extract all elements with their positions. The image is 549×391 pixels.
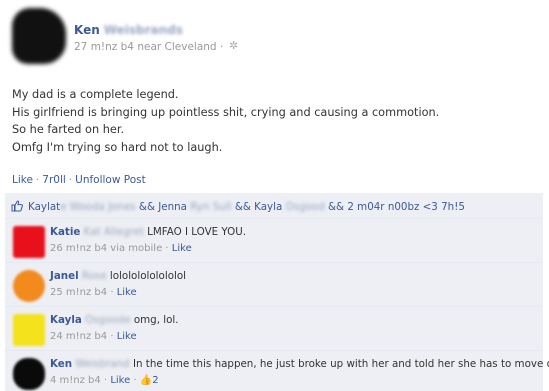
author-first-name[interactable]: Ken [74, 23, 100, 37]
commenter-name-blurred: Rose [78, 270, 107, 282]
like-link[interactable]: Like [12, 174, 33, 186]
comment-meta: 24 m!nz b4 · Like [50, 331, 137, 342]
commenter-avatar[interactable] [13, 358, 45, 390]
commenter-avatar[interactable] [13, 270, 45, 302]
author-last-name-blurred: Weisbrands [103, 23, 183, 37]
unfollow-post-link[interactable]: Unfollow Post [75, 174, 146, 186]
commenter-name[interactable]: Kayla [50, 314, 82, 326]
post-line-1: My dad is a complete legend. [12, 88, 179, 101]
action-separator: · [68, 174, 73, 186]
post-line-3: So he farted on her. [12, 123, 125, 136]
action-separator: · [35, 174, 40, 186]
comment-text: LMFAO I LOVE YOU. [143, 226, 247, 238]
post-line-2: His girlfriend is bringing up pointless … [12, 105, 440, 119]
comment-meta: 26 m!nz b4 via mobile · Like [50, 243, 192, 254]
comment-item: Kayla Osgoode omg, lol. 24 m!nz b4 · Lik… [5, 307, 543, 351]
commenter-name-blurred: Weisbrand [72, 358, 130, 370]
post-time-location[interactable]: 27 m!nz b4 near Cleveland [74, 41, 217, 53]
commenter-avatar[interactable] [13, 226, 45, 258]
comment-text: lolololololololol [106, 270, 187, 282]
thumbs-up-icon [11, 200, 23, 212]
comment-item: Katie Kat Allegret LMFAO I LOVE YOU. 26 … [5, 219, 543, 263]
comment-text-line: Janel Rose lolololololololol [50, 270, 186, 282]
commenter-name-blurred: Kat Allegret [80, 226, 144, 238]
comment-text: In the time this happen, he just broke u… [129, 358, 549, 370]
commenter-avatar[interactable] [13, 314, 45, 346]
meta-separator: · [219, 41, 224, 53]
post-actions: Like · 7r0ll · Unfollow Post [12, 174, 146, 186]
comment-item: Ken Weisbrand In the time this happen, h… [5, 351, 549, 391]
likes-separator-1: && Jenna [135, 201, 191, 213]
likes-others-link[interactable]: && 2 m04r n00bz <3 7h!5 [325, 201, 465, 213]
author-avatar[interactable] [12, 8, 66, 64]
thumbs-up-icon: 👍 [139, 375, 153, 386]
gear-icon[interactable]: ✲ [229, 39, 238, 52]
liker-name-2-blurred: Ryn Sull [190, 201, 232, 213]
post-line-4: Omfg I'm trying so hard not to laugh. [12, 140, 223, 154]
comment-like-count[interactable]: 2 [152, 375, 158, 386]
author-name[interactable]: Ken Weisbrands [74, 23, 183, 37]
commenter-name[interactable]: Ken [50, 358, 72, 370]
comment-like-link[interactable]: Like [172, 243, 192, 254]
comment-time[interactable]: 24 m!nz b4 [50, 331, 107, 342]
comment-like-link[interactable]: Like [110, 375, 130, 386]
comment-text-line: Kayla Osgoode omg, lol. [50, 314, 179, 326]
liker-name-3-blurred: Osgood [285, 201, 325, 213]
comment-count-link[interactable]: 7r0ll [42, 174, 66, 186]
commenter-name[interactable]: Katie [50, 226, 80, 238]
comment-like-link[interactable]: Like [117, 331, 137, 342]
post-body: My dad is a complete legend. His girlfri… [12, 86, 542, 156]
commenter-name[interactable]: Janel [50, 270, 79, 282]
comment-like-link[interactable]: Like [117, 287, 137, 298]
comment-meta: 4 m!nz b4 · Like · 👍2 [50, 375, 159, 386]
feedback-section: Kaylate Wooda Jones && Jenna Ryn Sull &&… [5, 193, 549, 391]
post-meta: 27 m!nz b4 near Cleveland · [74, 41, 223, 53]
comment-time[interactable]: 25 m!nz b4 [50, 287, 107, 298]
comment-text-line: Katie Kat Allegret LMFAO I LOVE YOU. [50, 226, 246, 238]
comment-text: omg, lol. [130, 314, 179, 326]
likes-bar: Kaylate Wooda Jones && Jenna Ryn Sull &&… [5, 193, 543, 219]
liker-name-1[interactable]: Kaylat [28, 201, 60, 213]
liker-name-1-blurred: e Wooda Jones [60, 201, 136, 213]
comment-item: Janel Rose lolololololololol 25 m!nz b4 … [5, 263, 543, 307]
comment-time[interactable]: 26 m!nz b4 via mobile [50, 243, 162, 254]
commenter-name-blurred: Osgoode [81, 314, 131, 326]
post-header: Ken Weisbrands 27 m!nz b4 near Cleveland … [12, 8, 542, 64]
comment-text-line: Ken Weisbrand In the time this happen, h… [50, 358, 549, 370]
comment-meta: 25 m!nz b4 · Like [50, 287, 137, 298]
likes-separator-2: && Kayla [231, 201, 286, 213]
comment-time[interactable]: 4 m!nz b4 [50, 375, 101, 386]
